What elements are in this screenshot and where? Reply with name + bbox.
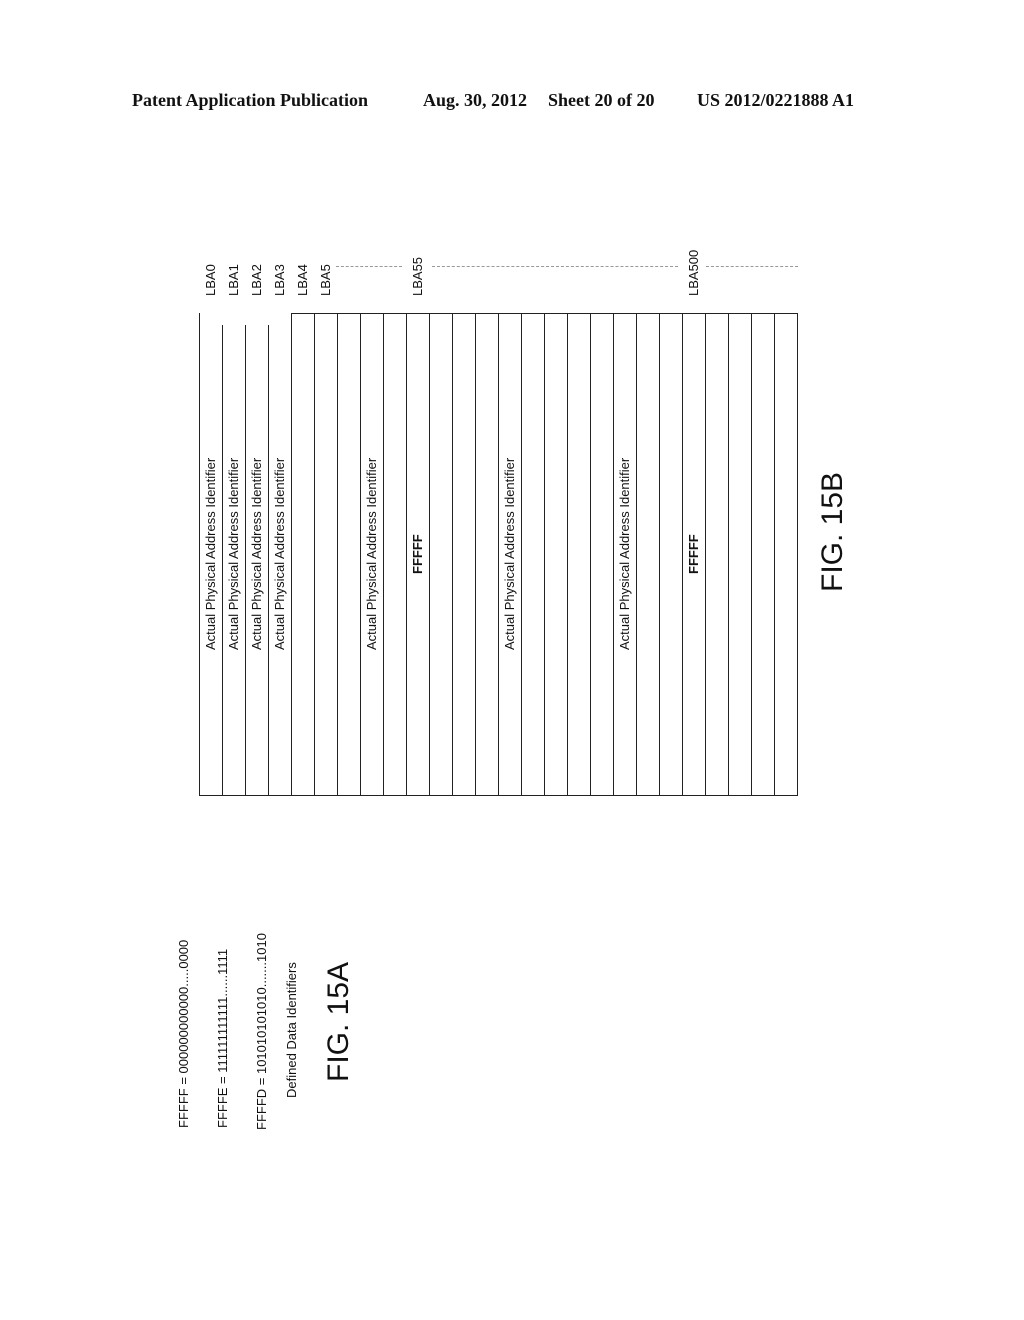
identifier-line-2: FFFFE = 111111111111......1111	[215, 948, 230, 1128]
lba-label: LBA3	[271, 264, 287, 296]
table-column-divider	[498, 313, 499, 795]
table-column-divider	[406, 313, 407, 795]
table-column-divider	[337, 313, 338, 795]
physical-address-entry: Actual Physical Address Identifier	[248, 457, 264, 651]
table-column-divider	[360, 313, 361, 795]
physical-address-entry: Actual Physical Address Identifier	[225, 457, 241, 651]
lba-label: LBA2	[248, 264, 264, 296]
table-top-border	[291, 313, 797, 314]
table-column-divider	[682, 313, 683, 795]
sheet-number: Sheet 20 of 20	[548, 90, 655, 110]
table-column-divider	[521, 313, 522, 795]
figure-label-15b: FIG. 15B	[816, 471, 849, 592]
dashed-leader-line	[336, 266, 402, 267]
table-column-divider	[636, 313, 637, 795]
table-column-divider	[544, 313, 545, 795]
table-column-divider	[774, 313, 775, 795]
table-column-divider	[659, 313, 660, 795]
reserved-identifier-entry: FFFFF	[685, 534, 701, 574]
table-column-divider	[751, 313, 752, 795]
table-column-divider	[705, 313, 706, 795]
table-column-divider	[429, 313, 430, 795]
table-column-divider	[268, 325, 269, 795]
publication-date: Aug. 30, 2012	[423, 90, 528, 110]
table-bottom-border	[199, 795, 798, 796]
identifier-line-3: FFFFD = 101010101010.......1010	[254, 933, 269, 1130]
lba-label: LBA0	[202, 264, 218, 296]
lba-label: LBA5	[317, 264, 333, 296]
physical-address-entry: Actual Physical Address Identifier	[363, 457, 379, 651]
table-column-divider	[613, 313, 614, 795]
identifier-line-1: FFFFF = 000000000000.....0000	[176, 939, 191, 1128]
publication-title: Patent Application Publication	[132, 90, 369, 110]
physical-address-entry: Actual Physical Address Identifier	[202, 457, 218, 651]
physical-address-entry: Actual Physical Address Identifier	[271, 457, 287, 651]
physical-address-entry: Actual Physical Address Identifier	[616, 457, 632, 651]
table-column-divider	[222, 325, 223, 795]
table-column-divider	[245, 325, 246, 795]
figure-label-15a: FIG. 15A	[322, 961, 355, 1082]
table-column-divider	[475, 313, 476, 795]
table-column-divider	[291, 313, 292, 795]
figure-caption: Defined Data Identifiers	[284, 962, 299, 1098]
table-column-divider	[383, 313, 384, 795]
table-column-divider	[199, 313, 200, 795]
lba-label: LBA55	[409, 256, 425, 296]
patent-number: US 2012/0221888 A1	[697, 90, 855, 110]
reserved-identifier-entry: FFFFF	[409, 534, 425, 574]
table-column-divider	[452, 313, 453, 795]
dashed-leader-line	[706, 266, 798, 267]
table-column-divider	[314, 313, 315, 795]
table-column-divider	[590, 313, 591, 795]
lba-label: LBA4	[294, 264, 310, 296]
lba-label: LBA500	[685, 249, 701, 296]
table-column-divider	[728, 313, 729, 795]
dashed-leader-line	[432, 266, 678, 267]
lba-label: LBA1	[225, 264, 241, 296]
table-column-divider	[797, 313, 798, 795]
physical-address-entry: Actual Physical Address Identifier	[501, 457, 517, 651]
table-column-divider	[567, 313, 568, 795]
